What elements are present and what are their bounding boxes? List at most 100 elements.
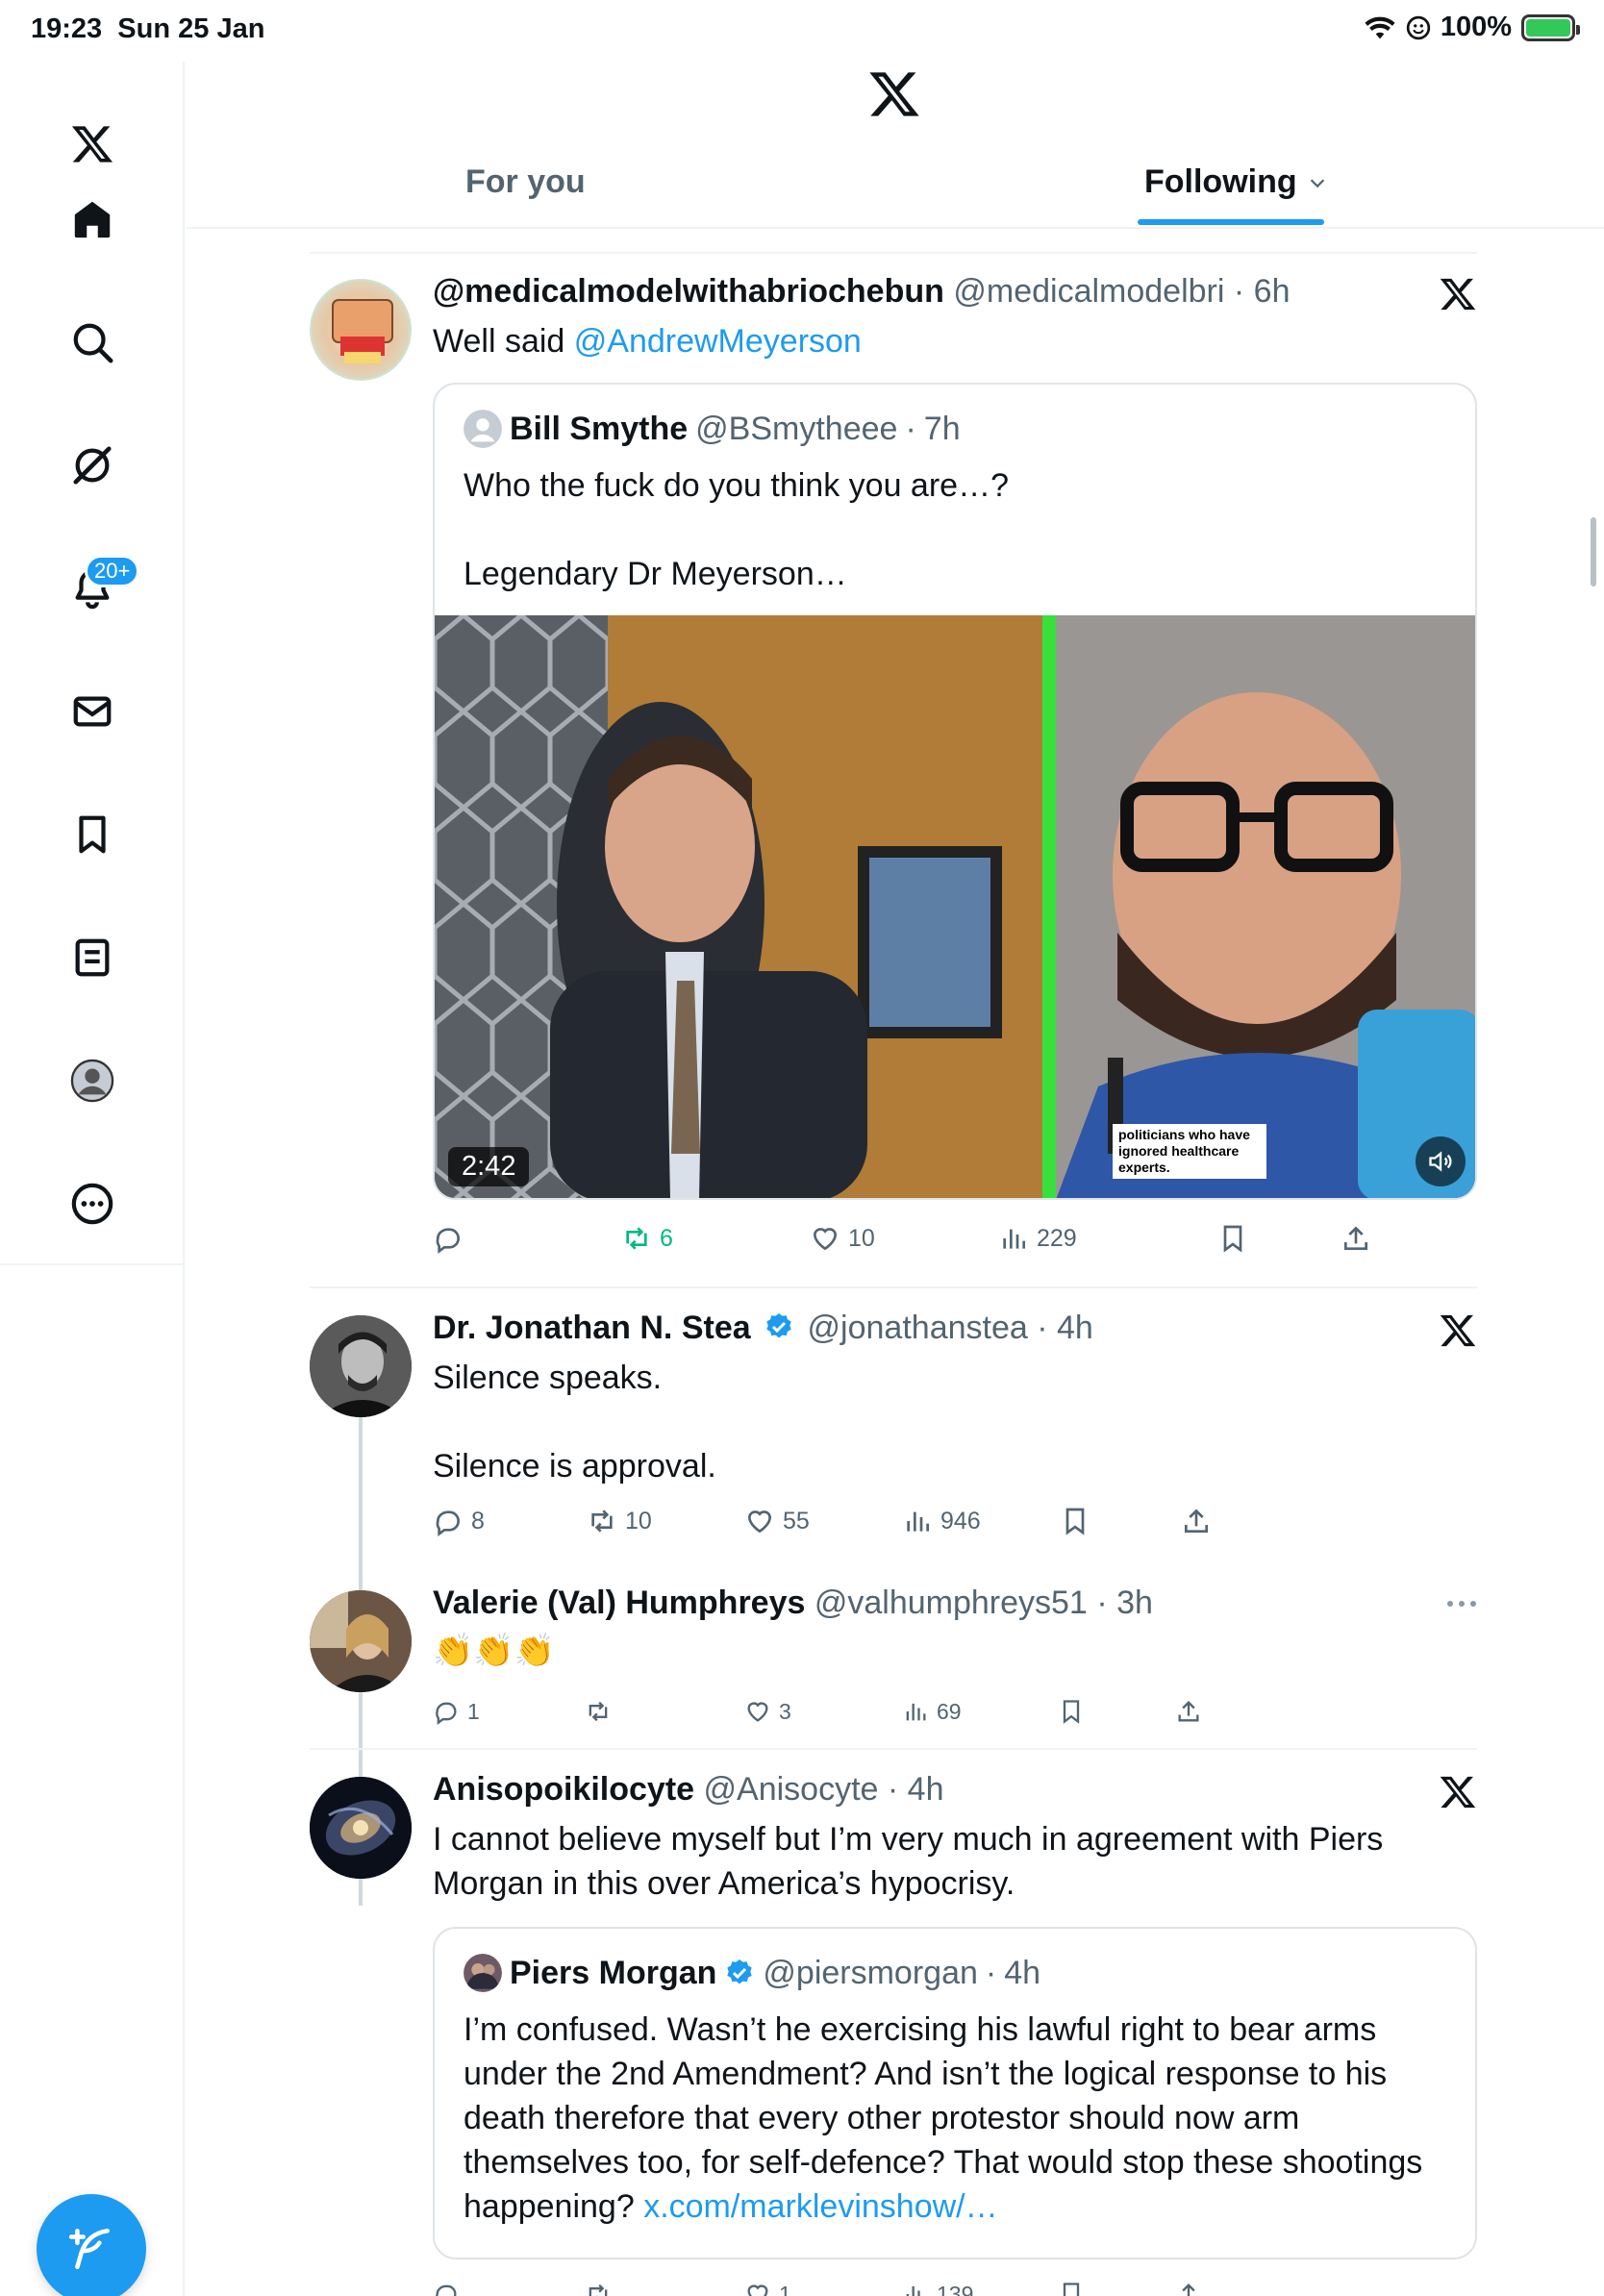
active-tab-indicator [1138,219,1324,225]
heart-icon [747,1510,772,1534]
quote-text-line: under the 2nd Amendment? And isn’t the l… [464,2056,1388,2092]
post-time[interactable]: 6h [1254,273,1291,310]
post-time[interactable]: 4h [1057,1310,1093,1346]
post-time[interactable]: 4h [908,1771,944,1808]
post-text-line: Silence is approval. [433,1448,716,1485]
repost-count: 6 [660,1224,673,1252]
author-name[interactable]: Dr. Jonathan N. Stea [433,1310,751,1346]
avatar-icon[interactable] [56,1044,129,1117]
x-logo-icon[interactable] [1439,1311,1477,1350]
author-name[interactable]: @medicalmodelwithabriochebun [433,273,944,310]
post-divider [310,1748,1477,1750]
reply-button[interactable] [433,1223,464,1254]
bookmark-button[interactable] [1058,2281,1085,2296]
avatar[interactable] [310,1590,412,1692]
quote-time: 4h [1004,1954,1041,1991]
repost-icon [589,2284,608,2296]
quote-text-line: Who the fuck do you think you are…? [464,467,1009,504]
quoted-post[interactable]: Piers Morgan @piersmorgan · 4h I’m confu… [433,1927,1477,2259]
portrait-icon [310,1590,412,1692]
quote-text-span: happening? [464,2188,644,2225]
repost-button[interactable] [585,2281,612,2296]
bookmark-button[interactable] [1058,1698,1085,1725]
tab-following[interactable]: Following [1144,163,1328,201]
avatar[interactable] [310,1315,412,1417]
reply-icon [436,1702,457,1725]
author-handle[interactable]: @Anisocyte [704,1771,879,1808]
views-button[interactable]: 69 [902,1698,962,1725]
reply-button[interactable] [433,2281,460,2296]
reply-icon [436,1510,460,1536]
verified-badge-icon [727,1959,753,1984]
tab-following-label: Following [1144,163,1297,200]
avatar[interactable] [310,279,412,381]
x-logo-icon[interactable] [1439,1773,1477,1811]
like-button[interactable]: 3 [744,1698,791,1725]
post[interactable]: Dr. Jonathan N. Stea @jonathanstea · 4h … [310,1286,1477,1906]
x-logo-icon[interactable] [1439,275,1477,313]
quoted-post[interactable]: Bill Smythe @BSmytheee · 7h Who the fuck… [433,383,1477,1200]
share-button[interactable] [1175,1698,1202,1725]
search-icon[interactable] [56,306,129,379]
mention-link[interactable]: @AndrewMeyerson [574,323,862,360]
author-handle[interactable]: @valhumphreys51 [815,1585,1088,1621]
bookmark-icon [1065,1508,1085,1535]
list-icon[interactable] [56,921,129,994]
views-button[interactable]: 946 [902,1506,981,1536]
home-icon[interactable] [56,183,129,256]
bookmark-icon [1063,2283,1080,2296]
bookmark-button[interactable] [1217,1223,1248,1254]
like-button[interactable]: 10 [810,1223,875,1254]
chevron-down-icon[interactable] [1307,172,1328,193]
council-logo-icon [332,299,393,363]
mute-button[interactable] [1416,1136,1466,1186]
quote-author-handle: @piersmorgan [763,1954,978,1991]
post[interactable]: Valerie (Val) Humphreys @valhumphreys51 … [310,1565,1477,1748]
views-button[interactable]: 139 [902,2281,973,2296]
view-count: 69 [937,1698,962,1724]
reply-button[interactable]: 1 [433,1698,480,1725]
grok-icon[interactable] [56,429,129,502]
share-button[interactable] [1175,2281,1202,2296]
scroll-indicator[interactable] [1591,517,1596,586]
post-time[interactable]: 3h [1116,1585,1153,1621]
compose-feather-icon [68,2228,110,2270]
x-logo-icon[interactable] [56,108,129,181]
more-icon[interactable] [56,1167,129,1240]
share-icon [1182,2284,1195,2296]
author-name[interactable]: Valerie (Val) Humphreys [433,1585,805,1621]
author-handle[interactable]: @medicalmodelbri [953,273,1224,310]
repost-button[interactable]: 10 [587,1506,652,1536]
post-actions: 8 10 55 946 [433,1502,1477,1540]
reply-icon [436,2284,457,2296]
reply-button[interactable]: 8 [433,1506,485,1536]
mail-icon[interactable] [56,675,129,748]
bookmark-button[interactable] [1060,1506,1090,1536]
tab-for-you[interactable]: For you [465,163,586,201]
post[interactable]: @medicalmodelwithabriochebun @medicalmod… [310,252,1477,1288]
author-name[interactable]: Anisopoikilocyte [433,1771,694,1808]
compose-button[interactable] [37,2194,146,2296]
share-button[interactable] [1341,1223,1371,1254]
repost-button[interactable] [585,1698,612,1725]
more-options-icon[interactable] [1446,1598,1477,1610]
views-button[interactable]: 229 [998,1223,1077,1254]
x-logo-icon[interactable] [867,67,921,121]
like-button[interactable]: 1 [744,2281,791,2296]
post[interactable]: Anisopoikilocyte @Anisocyte · 4h I canno… [310,1748,1477,2296]
repost-button[interactable]: 6 [621,1223,673,1254]
reply-icon [436,1228,460,1254]
wifi-icon [1365,16,1395,38]
avatar[interactable] [310,1777,412,1879]
share-icon [1344,1226,1367,1250]
video-caption: politicians who have ignored healthcare … [1113,1124,1266,1179]
like-count: 1 [779,2281,791,2296]
quote-link[interactable]: x.com/marklevinshow/… [643,2188,997,2225]
piers-avatar-icon [464,1954,502,1992]
share-button[interactable] [1181,1506,1212,1536]
like-button[interactable]: 55 [744,1506,810,1536]
author-handle[interactable]: @jonathanstea [808,1310,1028,1346]
video-player[interactable]: 2:42 politicians who have ignored health… [435,615,1475,1198]
bookmark-icon[interactable] [56,798,129,871]
views-icon [906,2285,920,2296]
